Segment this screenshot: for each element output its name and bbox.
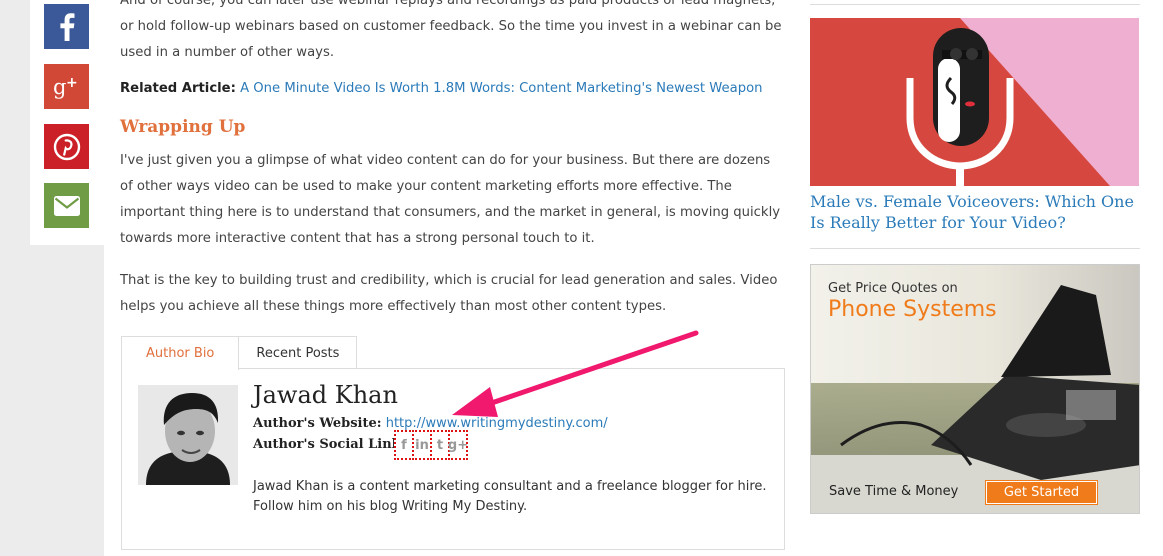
- email-icon: [53, 195, 80, 216]
- pinterest-icon: [53, 133, 80, 160]
- author-social-icons: f in t g+: [394, 430, 468, 460]
- author-bio-text: Jawad Khan is a content marketing consul…: [253, 479, 767, 514]
- phone-systems-ad[interactable]: Get Price Quotes on Phone Systems Save T…: [810, 264, 1140, 514]
- tab-recent-posts[interactable]: Recent Posts: [238, 336, 358, 369]
- share-rail: g +: [30, 0, 104, 245]
- google-plus-icon[interactable]: g+: [448, 430, 468, 460]
- email-share-button[interactable]: [44, 183, 89, 228]
- sidebar-article-title[interactable]: Male vs. Female Voiceovers: Which One Is…: [810, 191, 1140, 233]
- tab-author-bio[interactable]: Author Bio: [121, 336, 240, 370]
- divider: [810, 248, 1140, 249]
- facebook-icon: [59, 12, 74, 41]
- section-heading: Wrapping Up: [120, 117, 246, 137]
- svg-text:g: g: [53, 75, 66, 99]
- svg-text:+: +: [66, 75, 78, 91]
- get-started-button[interactable]: Get Started: [985, 480, 1098, 505]
- annotation-arrow-icon: [452, 330, 699, 417]
- related-article-label: Related Article:: [120, 81, 236, 96]
- pinterest-share-button[interactable]: [44, 124, 89, 169]
- ad-footer-text: Save Time & Money: [829, 484, 959, 499]
- related-article: Related Article: A One Minute Video Is W…: [120, 76, 785, 102]
- author-social-label: Author's Social Links:: [253, 437, 413, 452]
- author-name: Jawad Khan: [253, 381, 398, 409]
- article-paragraph: That is the key to building trust and cr…: [120, 273, 778, 314]
- article-content: And of course, you can later use webinar…: [104, 0, 789, 556]
- google-plus-share-button[interactable]: g +: [44, 64, 89, 109]
- article-paragraph: And of course, you can later use webinar…: [120, 0, 782, 60]
- sidebar: Male vs. Female Voiceovers: Which One Is…: [789, 0, 1163, 556]
- facebook-share-button[interactable]: [44, 4, 89, 49]
- article-paragraph: I've just given you a glimpse of what vi…: [120, 153, 781, 246]
- author-avatar: [138, 385, 238, 485]
- google-plus-icon: g +: [53, 75, 78, 99]
- divider: [810, 4, 1140, 5]
- author-website-label: Author's Website:: [253, 416, 382, 431]
- ad-tagline: Get Price Quotes on: [828, 281, 958, 296]
- related-article-link[interactable]: A One Minute Video Is Worth 1.8M Words: …: [240, 81, 762, 96]
- facebook-icon[interactable]: f: [394, 430, 414, 460]
- author-tabs: Author Bio Recent Posts: [121, 336, 358, 370]
- author-social: Author's Social Links:: [253, 437, 413, 452]
- linkedin-icon[interactable]: in: [412, 430, 432, 460]
- voiceover-thumbnail[interactable]: [810, 18, 1139, 186]
- ad-headline: Phone Systems: [828, 297, 997, 322]
